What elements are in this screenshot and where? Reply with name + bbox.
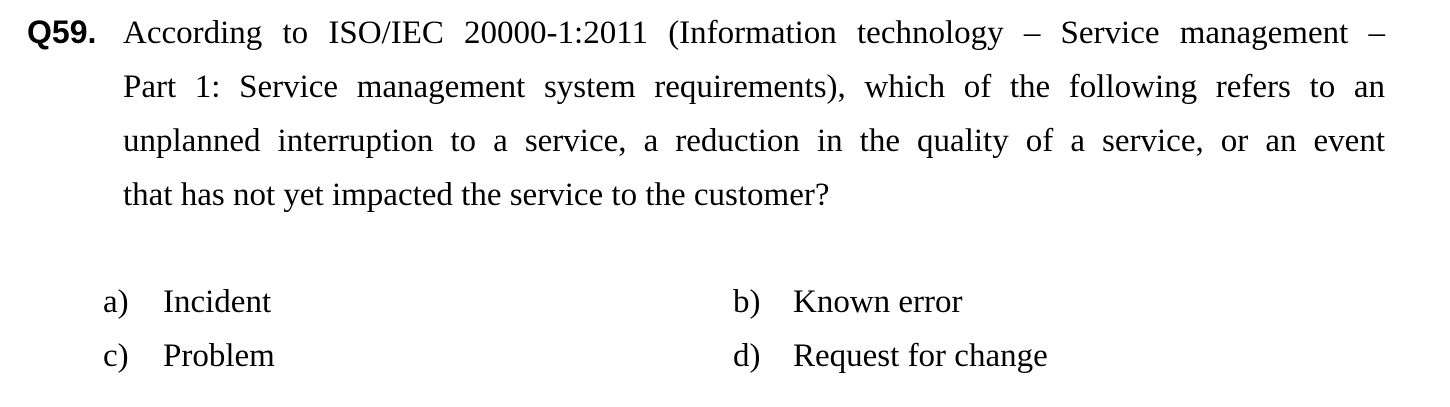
option-letter: a) bbox=[103, 284, 129, 320]
option-a: a) Incident bbox=[103, 282, 271, 322]
option-b: b) Known error bbox=[733, 282, 963, 322]
question-text: According to ISO/IEC 20000-1:2011 (Infor… bbox=[123, 6, 1385, 222]
option-d: d) Request for change bbox=[733, 336, 1048, 376]
question-line: Part 1: Service management system requir… bbox=[123, 69, 1385, 105]
option-letter: c) bbox=[103, 338, 129, 374]
question-line: According to ISO/IEC 20000-1:2011 (Infor… bbox=[123, 15, 1385, 51]
option-text: Incident bbox=[163, 284, 272, 320]
option-text: Problem bbox=[163, 338, 275, 374]
option-text: Request for change bbox=[793, 338, 1048, 374]
option-text: Known error bbox=[793, 284, 963, 320]
question-line: unplanned interruption to a service, a r… bbox=[123, 123, 1385, 159]
option-letter: b) bbox=[733, 284, 761, 320]
option-letter: d) bbox=[733, 338, 761, 374]
question-line: that has not yet impacted the service to… bbox=[123, 177, 830, 213]
question-number: Q59. bbox=[27, 14, 97, 50]
option-c: c) Problem bbox=[103, 336, 275, 376]
